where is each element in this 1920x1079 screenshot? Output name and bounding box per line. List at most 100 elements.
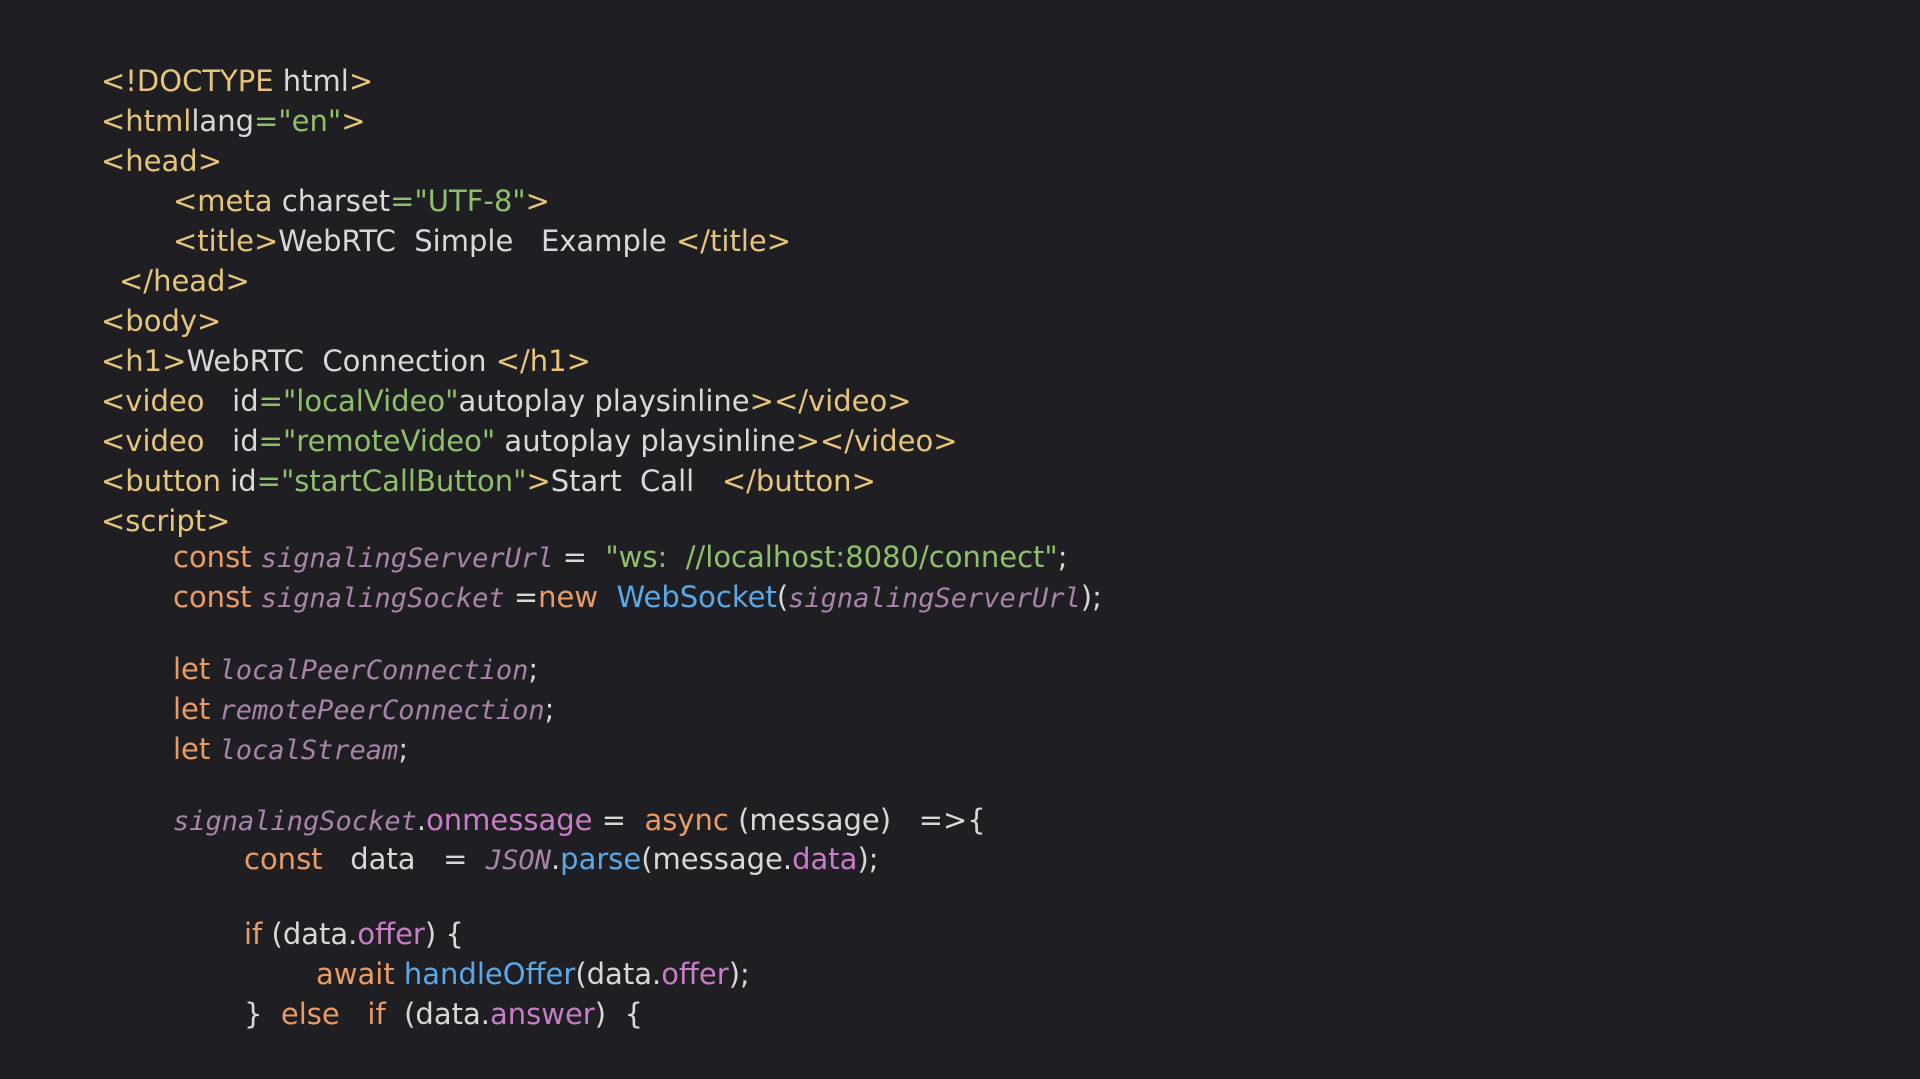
code-line: <h1>WebRTC Connection </h1>	[101, 341, 591, 381]
code-line: <body>	[101, 301, 221, 341]
code-line: await handleOffer(data.offer);	[316, 954, 750, 994]
code-token: );	[728, 957, 750, 991]
code-token: <html	[101, 104, 192, 138]
code-token: ) {	[594, 997, 643, 1031]
code-token: =	[592, 803, 645, 837]
code-token: "localVideo"	[282, 384, 459, 418]
code-token: ) {	[424, 917, 464, 951]
code-token: (data.	[385, 997, 490, 1031]
code-token: =	[390, 184, 415, 218]
code-token: <!DOCTYPE	[101, 64, 274, 98]
code-token: (data.	[575, 957, 662, 991]
code-token: (message.	[641, 842, 793, 876]
code-line: <htmllang="en">	[101, 101, 366, 141]
code-token: .	[416, 803, 427, 837]
code-token: remotePeerConnection	[219, 695, 545, 726]
code-token: handleOffer	[403, 957, 576, 991]
code-token: onmessage	[426, 803, 593, 837]
code-token: ;	[1057, 540, 1068, 574]
code-line: <head>	[101, 141, 222, 181]
code-token: <h1>	[101, 344, 187, 378]
code-token: WebRTC Simple Example	[278, 224, 676, 258]
code-token: ;	[398, 732, 409, 766]
code-token: autoplay playsinline	[495, 424, 796, 458]
code-token: >	[341, 104, 366, 138]
code-token: let	[173, 692, 220, 726]
code-line: <video id="remoteVideo" autoplay playsin…	[101, 421, 958, 461]
code-token: offer	[357, 917, 425, 951]
code-token: </title>	[675, 224, 792, 258]
code-token: signalingSocket	[260, 583, 505, 614]
code-token: Start Call	[550, 464, 722, 498]
code-line: let remotePeerConnection;	[173, 689, 554, 729]
code-token: let	[173, 652, 220, 686]
code-line: const signalingServerUrl = "ws: //localh…	[173, 537, 1068, 577]
code-token: );	[1080, 580, 1102, 614]
code-line: </head>	[119, 261, 250, 301]
code-line: signalingSocket.onmessage = async (messa…	[173, 800, 986, 840]
code-token: ></video>	[795, 424, 958, 458]
code-token: charset	[272, 184, 391, 218]
code-line: const data = JSON.parse(message.data);	[244, 839, 879, 879]
code-token: </h1>	[495, 344, 591, 378]
code-token: <video	[101, 424, 205, 458]
code-token: <body>	[101, 304, 222, 338]
code-token: "en"	[278, 104, 342, 138]
code-token: WebRTC Connection	[186, 344, 496, 378]
code-token: answer	[489, 997, 595, 1031]
code-token: </button>	[721, 464, 876, 498]
code-token: else if	[280, 997, 386, 1031]
code-token: <title>	[173, 224, 279, 258]
code-token: id	[204, 424, 259, 458]
code-token: =	[258, 384, 283, 418]
code-token: const	[244, 842, 323, 876]
code-token: <script>	[101, 504, 231, 538]
code-token: <button	[101, 464, 221, 498]
code-token: "UTF-8"	[414, 184, 526, 218]
code-token: data	[792, 842, 858, 876]
code-token: (message) =>{	[728, 803, 986, 837]
code-token: localStream	[219, 735, 399, 766]
code-token: (data.	[262, 917, 358, 951]
code-token: </head>	[119, 264, 250, 298]
code-editor[interactable]: <!DOCTYPE html> <htmllang="en"> <head> <…	[0, 0, 1920, 1079]
code-line: <button id="startCallButton">Start Call …	[101, 461, 876, 501]
code-token: await	[316, 957, 404, 991]
code-token: const	[173, 580, 261, 614]
code-token: JSON	[485, 845, 551, 876]
code-token: <video	[101, 384, 205, 418]
code-token: autoplay playsinline	[458, 384, 750, 418]
code-line: <video id="localVideo"autoplay playsinli…	[101, 381, 912, 421]
code-token: data =	[322, 842, 486, 876]
code-token: signalingServerUrl	[788, 583, 1081, 614]
code-token: offer	[661, 957, 729, 991]
code-token: .	[550, 842, 561, 876]
code-token: parse	[560, 842, 642, 876]
code-token: =	[256, 464, 281, 498]
code-token: ;	[528, 652, 539, 686]
code-token: id	[204, 384, 259, 418]
code-token: let	[173, 732, 220, 766]
code-line: <meta charset="UTF-8">	[173, 181, 550, 221]
code-token: if	[244, 917, 263, 951]
code-token: new	[538, 580, 617, 614]
code-token: id	[220, 464, 257, 498]
code-line: const signalingSocket =new WebSocket(sig…	[173, 577, 1102, 617]
code-token: <meta	[173, 184, 273, 218]
code-line: let localPeerConnection;	[173, 649, 538, 689]
code-line: <title>WebRTC Simple Example </title>	[173, 221, 791, 261]
code-token: "remoteVideo"	[282, 424, 496, 458]
code-token: ;	[544, 692, 555, 726]
code-token: =	[253, 104, 279, 138]
code-token: (	[776, 580, 789, 614]
code-token: lang	[191, 104, 254, 138]
code-line: <script>	[101, 501, 230, 541]
code-token: "ws: //localhost:8080/connect"	[605, 540, 1058, 574]
code-line: let localStream;	[173, 729, 408, 769]
code-token: ></video>	[749, 384, 912, 418]
code-token: signalingServerUrl	[260, 543, 554, 574]
code-token: >	[525, 184, 550, 218]
code-token: WebSocket	[616, 580, 777, 614]
code-token: =	[504, 580, 539, 614]
code-token: }	[244, 997, 281, 1031]
